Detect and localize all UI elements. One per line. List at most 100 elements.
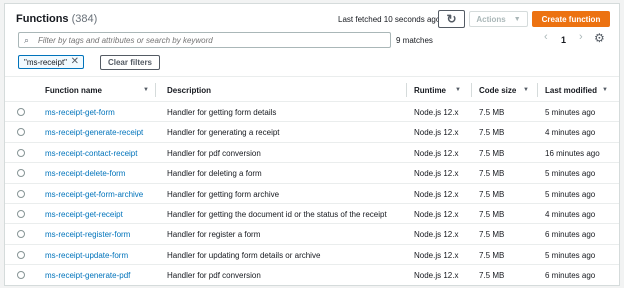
function-name-link[interactable]: ms-receipt-delete-form (45, 169, 125, 178)
column-divider (537, 83, 538, 97)
column-description[interactable]: Description (167, 86, 211, 95)
title-text: Functions (16, 13, 69, 25)
column-divider (155, 83, 156, 97)
function-name-link[interactable]: ms-receipt-contact-receipt (45, 149, 137, 158)
function-description: Handler for generating a receipt (167, 128, 280, 138)
function-code-size: 7.5 MB (479, 271, 505, 281)
column-function-name[interactable]: Function name ▼ (45, 86, 149, 95)
table-row[interactable]: ms-receipt-get-form-archive Handler for … (5, 184, 619, 204)
column-divider (471, 83, 472, 97)
function-description: Handler for deleting a form (167, 169, 262, 179)
page-title: Functions (384) (16, 13, 97, 25)
functions-table: Function name ▼ Description Runtime ▼ Co… (5, 76, 619, 286)
function-runtime: Node.js 12.x (414, 189, 459, 199)
function-last-modified: 5 minutes ago (545, 250, 596, 260)
create-function-button[interactable]: Create function (532, 11, 610, 27)
function-description: Handler for register a form (167, 230, 261, 240)
panel-header: Functions (384) Last fetched 10 seconds … (5, 4, 619, 33)
row-select-radio[interactable] (17, 128, 25, 137)
function-code-size: 7.5 MB (479, 108, 505, 117)
function-name-link[interactable]: ms-receipt-generate-receipt (45, 128, 143, 137)
last-fetched-text: Last fetched 10 seconds ago (338, 15, 441, 24)
function-code-size: 7.5 MB (479, 189, 505, 199)
function-code-size: 7.5 MB (479, 230, 505, 240)
filter-token-text: "ms-receipt" (24, 57, 68, 67)
sort-icon: ▼ (523, 87, 529, 93)
table-row[interactable]: ms-receipt-generate-pdf Handler for pdf … (5, 265, 619, 285)
function-last-modified: 16 minutes ago (545, 148, 600, 158)
sort-icon: ▼ (143, 87, 149, 93)
functions-panel: Functions (384) Last fetched 10 seconds … (4, 3, 620, 286)
table-row[interactable]: ms-receipt-generate-receipt Handler for … (5, 122, 619, 143)
sort-down-icon: ▼ (602, 87, 608, 93)
function-code-size: 7.5 MB (479, 128, 505, 138)
function-runtime: Node.js 12.x (414, 271, 459, 281)
function-runtime: Node.js 12.x (414, 169, 459, 179)
function-code-size: 7.5 MB (479, 209, 505, 219)
function-name-link[interactable]: ms-receipt-get-form-archive (45, 190, 143, 199)
search-box[interactable]: ⌕ (18, 32, 391, 48)
column-runtime[interactable]: Runtime ▼ (414, 86, 461, 95)
function-last-modified: 5 minutes ago (545, 169, 596, 179)
table-header: Function name ▼ Description Runtime ▼ Co… (5, 76, 619, 102)
row-select-radio[interactable] (17, 271, 25, 280)
matches-count: 9 matches (396, 36, 433, 45)
function-description: Handler for getting form archive (167, 189, 280, 199)
table-row[interactable]: ms-receipt-get-form Handler for getting … (5, 102, 619, 123)
function-name-link[interactable]: ms-receipt-update-form (45, 251, 128, 260)
function-name-link[interactable]: ms-receipt-register-form (45, 230, 130, 239)
table-row[interactable]: ms-receipt-contact-receipt Handler for p… (5, 143, 619, 164)
function-runtime: Node.js 12.x (414, 108, 459, 117)
function-code-size: 7.5 MB (479, 250, 505, 260)
filter-token: "ms-receipt" ✕ (18, 55, 84, 69)
function-last-modified: 5 minutes ago (545, 108, 596, 117)
table-row[interactable]: ms-receipt-update-form Handler for updat… (5, 245, 619, 266)
row-select-radio[interactable] (17, 148, 25, 157)
next-page-icon[interactable]: › (579, 31, 583, 43)
close-icon[interactable]: ✕ (71, 56, 79, 67)
sort-icon: ▼ (455, 87, 461, 93)
search-icon: ⌕ (24, 35, 30, 45)
function-name-link[interactable]: ms-receipt-get-receipt (45, 210, 123, 219)
function-description: Handler for getting the document id or t… (167, 209, 387, 219)
function-code-size: 7.5 MB (479, 169, 505, 179)
refresh-icon: ↻ (446, 12, 457, 26)
caret-down-icon: ▼ (513, 15, 521, 23)
search-input[interactable] (38, 34, 378, 46)
row-select-radio[interactable] (17, 250, 25, 259)
function-runtime: Node.js 12.x (414, 230, 459, 240)
function-runtime: Node.js 12.x (414, 250, 459, 260)
function-runtime: Node.js 12.x (414, 209, 459, 219)
column-code-size[interactable]: Code size ▼ (479, 86, 529, 95)
row-select-radio[interactable] (17, 209, 25, 218)
clear-filters-button[interactable]: Clear filters (100, 55, 160, 70)
row-select-radio[interactable] (17, 230, 25, 239)
row-select-radio[interactable] (17, 108, 25, 116)
function-runtime: Node.js 12.x (414, 148, 459, 158)
function-runtime: Node.js 12.x (414, 128, 459, 138)
function-count: (384) (71, 13, 98, 25)
function-last-modified: 6 minutes ago (545, 271, 596, 281)
function-description: Handler for pdf conversion (167, 271, 261, 281)
function-name-link[interactable]: ms-receipt-generate-pdf (45, 271, 130, 280)
table-row[interactable]: ms-receipt-register-form Handler for reg… (5, 224, 619, 245)
row-select-radio[interactable] (17, 169, 25, 178)
function-code-size: 7.5 MB (479, 148, 505, 158)
table-row[interactable]: ms-receipt-delete-form Handler for delet… (5, 163, 619, 184)
function-description: Handler for pdf conversion (167, 148, 261, 158)
row-select-radio[interactable] (17, 189, 25, 198)
refresh-button[interactable]: ↻ (438, 10, 465, 28)
column-last-modified[interactable]: Last modified ▼ (545, 86, 608, 95)
table-row[interactable]: ms-receipt-get-receipt Handler for getti… (5, 204, 619, 225)
function-description: Handler for updating form details or arc… (167, 250, 321, 260)
function-last-modified: 4 minutes ago (545, 209, 596, 219)
function-last-modified: 6 minutes ago (545, 230, 596, 240)
function-name-link[interactable]: ms-receipt-get-form (45, 108, 115, 117)
current-page[interactable]: 1 (561, 35, 566, 45)
function-description: Handler for getting form details (167, 108, 277, 117)
function-last-modified: 4 minutes ago (545, 128, 596, 138)
actions-dropdown[interactable]: Actions ▼ (469, 11, 528, 27)
previous-page-icon[interactable]: ‹ (544, 31, 548, 43)
actions-label: Actions (476, 14, 506, 24)
gear-icon[interactable]: ⚙ (594, 31, 605, 45)
